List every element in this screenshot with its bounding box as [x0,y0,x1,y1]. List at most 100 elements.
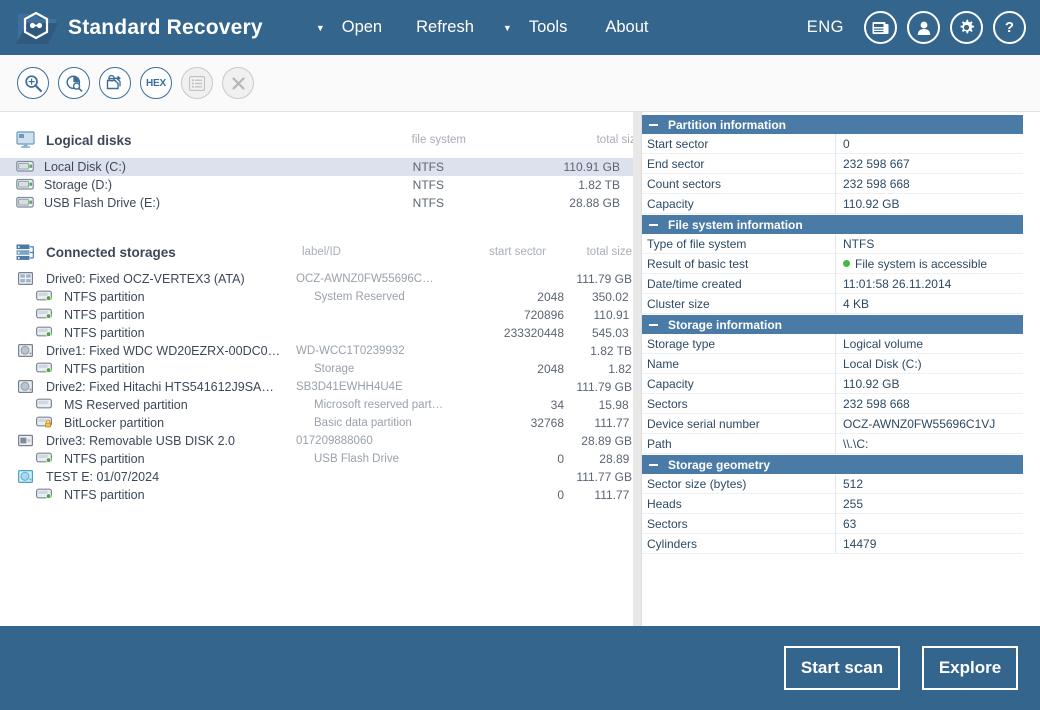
column-header-start-sector: start sector [489,246,546,258]
start-scan-button[interactable]: Start scan [784,646,900,690]
drive-grid-icon [18,272,38,286]
table-row: Type of file system NTFS [642,233,1023,254]
group-title: Partition information [668,117,786,132]
info-key: Path [642,433,836,454]
logical-disk-icon [16,196,36,210]
pane-splitter[interactable] [633,112,642,626]
list-item[interactable]: BitLocker partition Basic data partition… [0,414,633,432]
list-item-start-sector: 34 [550,398,564,412]
list-item[interactable]: Drive3: Removable USB DISK 2.0 017209888… [0,432,633,450]
info-value: 110.92 GB [843,196,900,211]
info-value: 11:01:58 26.11.2014 [843,276,952,291]
list-item[interactable]: USB Flash Drive (E:) NTFS 28.88 GB [0,194,633,212]
info-key: Cylinders [642,533,836,554]
info-key: Device serial number [642,413,836,434]
menu-item-tools[interactable]: Tools [519,14,578,41]
list-item[interactable]: Drive1: Fixed WDC WD20EZRX-00DC0… WD-WCC… [0,342,633,360]
group-header-storage-geometry[interactable]: Storage geometry [642,455,1023,474]
collapse-minus-icon[interactable] [648,219,659,230]
app-header: Standard Recovery ▼ Open Refresh ▼ Tools… [0,0,1040,55]
list-item-size: 111.77 GB [576,470,632,484]
list-item-label: NTFS partition [64,290,145,304]
save-session-icon[interactable] [99,67,131,99]
close-icon[interactable] [222,67,254,99]
chevron-down-icon[interactable]: ▼ [496,24,519,33]
collapse-minus-icon[interactable] [648,119,659,130]
collapse-minus-icon[interactable] [648,319,659,330]
table-row: Result of basic test File system is acce… [642,253,1023,274]
list-item[interactable]: NTFS partition 233320448 545.03 MB [0,324,633,342]
list-view-icon[interactable] [181,67,213,99]
info-key: Type of file system [642,233,836,254]
storage-stack-icon [16,243,36,261]
group-title: Storage geometry [668,457,771,472]
list-item[interactable]: NTFS partition Storage 2048 1.82 TB [0,360,633,378]
disk-image-icon [18,470,38,484]
list-item[interactable]: Storage (D:) NTFS 1.82 TB [0,176,633,194]
menu-item-open[interactable]: Open [332,14,392,41]
disk-analysis-icon[interactable] [58,67,90,99]
monitor-icon [16,131,36,149]
list-item[interactable]: Drive0: Fixed OCZ-VERTEX3 (ATA) OCZ-AWNZ… [0,270,633,288]
collapse-minus-icon[interactable] [648,459,659,470]
search-icon[interactable] [17,67,49,99]
explore-button[interactable]: Explore [922,646,1018,690]
group-title: Storage information [668,317,783,332]
list-item[interactable]: NTFS partition 0 111.77 GB [0,486,633,504]
info-value: 14479 [843,536,877,551]
list-item-size: 28.88 GB [569,196,620,210]
logical-disks-section-header: Logical disks file system total size [0,126,633,154]
table-row: Path \\.\C: [642,433,1023,454]
list-item[interactable]: NTFS partition 720896 110.91 GB [0,306,633,324]
table-row: Cylinders 14479 [642,533,1023,554]
list-item-label: BitLocker partition [64,416,165,430]
chevron-down-icon[interactable]: ▼ [309,24,332,33]
info-key: Heads [642,493,836,514]
list-item-label: USB Flash Drive (E:) [44,196,160,210]
list-item[interactable]: Local Disk (C:) NTFS 110.91 GB [0,158,633,176]
list-item[interactable]: MS Reserved partition Microsoft reserved… [0,396,633,414]
group-header-storage-information[interactable]: Storage information [642,315,1023,334]
list-item-size: 28.89 GB [599,452,633,466]
application-window: Standard Recovery ▼ Open Refresh ▼ Tools… [0,0,1040,710]
user-account-icon[interactable] [907,11,940,44]
table-row: Cluster size 4 KB [642,293,1023,314]
group-header-partition-information[interactable]: Partition information [642,115,1023,134]
hex-label: HEX [146,77,166,89]
list-item-id: Storage [314,363,355,375]
menu-item-refresh[interactable]: Refresh [406,14,484,41]
list-item[interactable]: NTFS partition USB Flash Drive 0 28.89 G… [0,450,633,468]
list-item[interactable]: Drive2: Fixed Hitachi HTS541612J9SA… SB3… [0,378,633,396]
info-value: OCZ-AWNZ0FW55696C1VJ [843,416,996,431]
help-icon[interactable]: ? [993,11,1026,44]
list-item-label: Drive1: Fixed WDC WD20EZRX-00DC0… [46,344,281,358]
group-title: File system information [668,217,803,232]
group-header-file-system-information[interactable]: File system information [642,215,1023,234]
info-key: Sectors [642,393,836,414]
list-item-label: Drive3: Removable USB DISK 2.0 [46,434,235,448]
list-item-size: 111.77 GB [594,416,633,430]
list-item-size: 110.91 GB [593,308,633,322]
hex-viewer-icon[interactable]: HEX [140,67,172,99]
usb-drive-icon [18,434,38,448]
table-row: Capacity 110.92 GB [642,193,1023,214]
list-item[interactable]: TEST E: 01/07/2024 111.77 GB [0,468,633,486]
connected-storages-section-header: Connected storages label/ID start sector… [0,238,633,266]
info-value: 232 598 668 [843,176,910,191]
info-value: 255 [843,496,864,511]
list-item-size: 110.91 GB [563,160,620,174]
info-value-with-status: File system is accessible [836,254,1023,274]
list-item-filesystem: NTFS [412,196,444,210]
ntfs-partition-icon [36,290,56,304]
list-item-size: 111.79 GB [576,272,632,286]
recovery-logo-icon [14,8,60,48]
logical-disk-icon [16,160,36,174]
language-selector[interactable]: ENG [807,18,844,37]
info-value: 512 [843,476,864,491]
settings-gear-icon[interactable] [950,11,983,44]
list-item-id: WD-WCC1T0239932 [296,345,405,357]
news-icon[interactable] [864,11,897,44]
list-item[interactable]: NTFS partition System Reserved 2048 350.… [0,288,633,306]
list-item-filesystem: NTFS [412,160,444,174]
menu-item-about[interactable]: About [595,14,658,41]
